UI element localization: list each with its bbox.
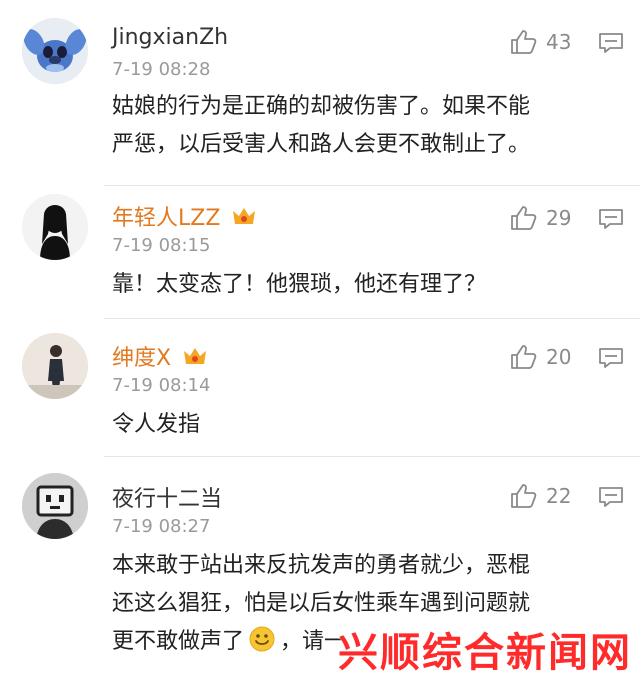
thumbs-up-icon (511, 206, 537, 230)
comment-text: 令人发指 (112, 406, 612, 444)
stitch-avatar-icon (22, 18, 88, 84)
username-text: 绅度X (112, 346, 172, 371)
comment-icon[interactable] (598, 32, 624, 54)
timestamp: 7-19 08:15 (112, 235, 211, 256)
avatar[interactable] (22, 473, 88, 539)
comment-item: 年轻人LZZ 7-19 08:15 29 靠！太变态了！他猥琐，他还有理了？ (0, 186, 640, 318)
timestamp: 7-19 08:28 (112, 59, 211, 80)
comment-item: 绅度X 7-19 08:14 20 令人发指 (0, 319, 640, 456)
comment-line: 本来敢于站出来反抗发声的勇者就少，恶棍 (112, 553, 531, 578)
avatar[interactable] (22, 333, 88, 399)
comment-item: JingxianZh 7-19 08:28 43 姑娘的行为是正确的却被伤害了。… (0, 0, 640, 185)
crown-icon (233, 208, 256, 224)
like-count: 20 (546, 345, 572, 369)
thumbs-up-icon (511, 345, 537, 369)
comment-line: 令人发指 (112, 412, 201, 437)
comment-line-text: 更不敢做声了 (112, 629, 245, 654)
comment-line: 严惩，以后受害人和路人会更不敢制止了。 (112, 132, 531, 157)
timestamp: 7-19 08:14 (112, 375, 211, 396)
like-count: 29 (546, 206, 572, 230)
comment-text: 靠！太变态了！他猥琐，他还有理了？ (112, 266, 612, 304)
comment-line: 还这么猖狂，怕是以后女性乘车遇到问题就 (112, 591, 531, 616)
comment-line: 靠！太变态了！他猥琐，他还有理了？ (112, 272, 487, 297)
comment-text: 姑娘的行为是正确的却被伤害了。如果不能 严惩，以后受害人和路人会更不敢制止了。 (112, 88, 612, 164)
like-count: 43 (546, 30, 572, 54)
person-photo-avatar-icon (22, 333, 88, 399)
username-text: 年轻人LZZ (112, 206, 221, 231)
avatar[interactable] (22, 18, 88, 84)
comment-line-tail: ，请一 (280, 629, 347, 654)
avatar[interactable] (22, 194, 88, 260)
username[interactable]: 年轻人LZZ (112, 200, 257, 232)
timestamp: 7-19 08:27 (112, 516, 211, 537)
comment-icon[interactable] (598, 208, 624, 230)
like-button[interactable]: 43 (510, 29, 571, 55)
username[interactable]: JingxianZh (112, 25, 228, 50)
comment-line: 姑娘的行为是正确的却被伤害了。如果不能 (112, 94, 531, 119)
like-button[interactable]: 22 (510, 483, 571, 509)
thumbs-up-icon (511, 30, 537, 54)
silhouette-avatar-icon (22, 194, 88, 260)
like-count: 22 (546, 484, 572, 508)
comment-icon[interactable] (598, 486, 624, 508)
watermark: 兴顺综合新闻网 (338, 630, 632, 676)
tv-head-avatar-icon (22, 473, 88, 539)
username[interactable]: 绅度X (112, 340, 208, 372)
crown-icon (184, 348, 207, 364)
like-button[interactable]: 29 (510, 205, 571, 231)
smile-emoji-icon (249, 626, 275, 652)
thumbs-up-icon (511, 484, 537, 508)
username[interactable]: 夜行十二当 (112, 481, 222, 513)
comment-icon[interactable] (598, 347, 624, 369)
like-button[interactable]: 20 (510, 344, 571, 370)
